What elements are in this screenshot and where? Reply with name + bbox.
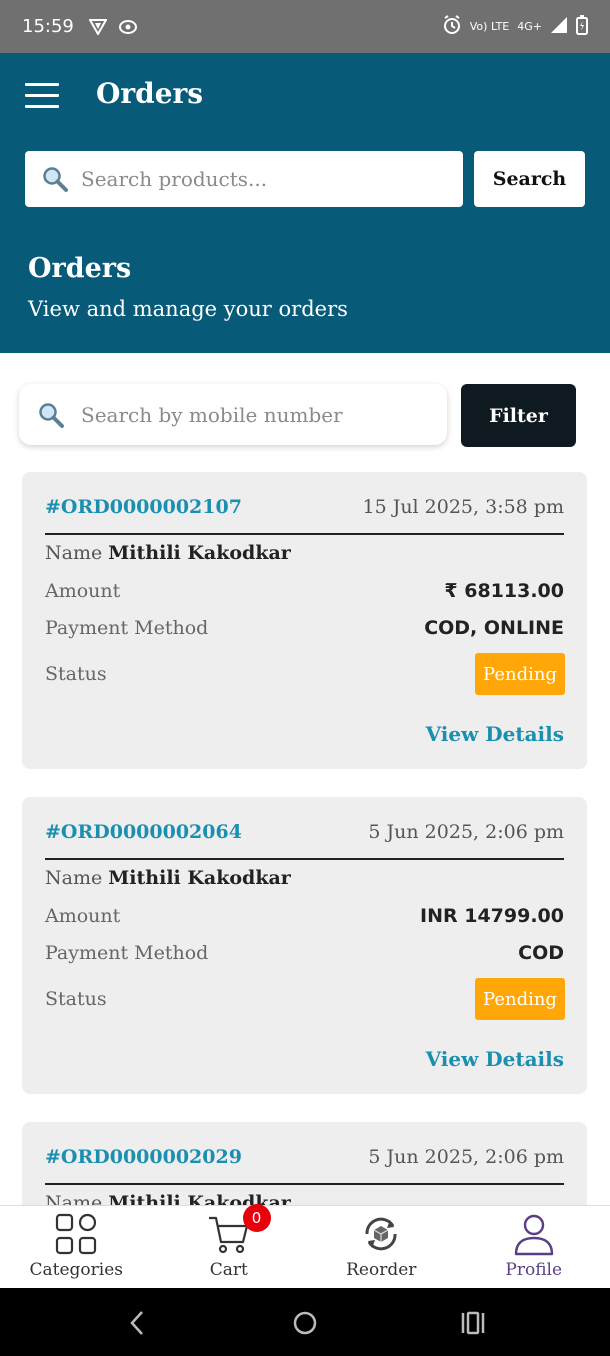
back-icon[interactable] (122, 1308, 152, 1338)
profile-icon (512, 1212, 556, 1256)
view-details-link[interactable]: View Details (426, 722, 564, 746)
nav-label: Categories (29, 1260, 124, 1280)
status-right: Vo) LTE 4G+ (442, 15, 588, 38)
app-title: Orders (96, 77, 204, 110)
status-badge: Pending (475, 653, 565, 695)
bottom-nav: Categories 0 Cart Reorder Profile (0, 1204, 610, 1289)
name-label: Name (45, 867, 109, 889)
divider (45, 1183, 564, 1185)
nav-label: Profile (505, 1260, 563, 1280)
vpn-shield-icon (88, 17, 108, 37)
amount-value: ₹ 68113.00 (444, 580, 564, 602)
menu-icon[interactable] (25, 83, 59, 109)
search-icon (37, 401, 65, 429)
customer-name: Mithili Kakodkar (108, 867, 291, 889)
status-bar: 15:59 Vo) LTE 4G+ (0, 0, 610, 53)
payment-method-label: Payment Method (45, 942, 209, 964)
status-time: 15:59 (22, 16, 74, 37)
order-date: 5 Jun 2025, 2:06 pm (368, 821, 564, 843)
nav-cart[interactable]: 0 Cart (153, 1204, 306, 1289)
recents-icon[interactable] (458, 1308, 488, 1338)
nav-reorder[interactable]: Reorder (305, 1206, 458, 1289)
cart-count-badge: 0 (242, 1204, 271, 1232)
network-label: Vo) LTE (469, 20, 510, 33)
status-label: Status (45, 663, 107, 685)
system-nav-bar (0, 1288, 610, 1356)
alarm-icon (442, 15, 462, 38)
amount-label: Amount (45, 905, 121, 927)
eye-icon (118, 17, 138, 37)
status-label: Status (45, 988, 107, 1010)
amount-value: INR 14799.00 (420, 905, 564, 927)
home-icon[interactable] (290, 1308, 320, 1338)
payment-method-value: COD (518, 942, 564, 964)
filter-button[interactable]: Filter (461, 384, 576, 447)
nav-profile[interactable]: Profile (458, 1206, 610, 1289)
reorder-icon (359, 1212, 403, 1256)
grid-icon (54, 1212, 98, 1256)
order-id[interactable]: #ORD0000002064 (45, 821, 242, 843)
signal-icon (550, 16, 568, 37)
view-details-link[interactable]: View Details (426, 1047, 564, 1071)
customer-name-row: Name Mithili Kakodkar (45, 542, 291, 564)
order-card: #ORD0000002107 15 Jul 2025, 3:58 pm Name… (22, 472, 587, 769)
mobile-search-input[interactable] (81, 402, 447, 427)
divider (45, 533, 564, 535)
order-card: #ORD0000002064 5 Jun 2025, 2:06 pm Name … (22, 797, 587, 1094)
page-subtitle: View and manage your orders (28, 297, 348, 321)
status-badge: Pending (475, 978, 565, 1020)
payment-method-label: Payment Method (45, 617, 209, 639)
search-icon (41, 165, 69, 193)
battery-icon (576, 15, 588, 38)
customer-name: Mithili Kakodkar (108, 542, 291, 564)
mobile-search-box[interactable] (19, 384, 447, 445)
order-date: 5 Jun 2025, 2:06 pm (368, 1146, 564, 1168)
amount-label: Amount (45, 580, 121, 602)
nav-label: Reorder (346, 1260, 417, 1280)
search-button[interactable]: Search (474, 151, 585, 207)
product-search-box[interactable] (25, 151, 463, 207)
nav-categories[interactable]: Categories (0, 1206, 153, 1289)
name-label: Name (45, 542, 109, 564)
order-id[interactable]: #ORD0000002107 (45, 496, 242, 518)
customer-name-row: Name Mithili Kakodkar (45, 867, 291, 889)
app-header: Orders Search Orders View and manage you… (0, 53, 610, 353)
divider (45, 858, 564, 860)
order-id[interactable]: #ORD0000002029 (45, 1146, 242, 1168)
product-search-input[interactable] (81, 167, 463, 191)
nav-label: Cart (209, 1260, 248, 1280)
order-date: 15 Jul 2025, 3:58 pm (362, 496, 564, 518)
signal-label: 4G+ (517, 20, 542, 33)
payment-method-value: COD, ONLINE (424, 617, 564, 639)
page-title: Orders (28, 253, 132, 284)
